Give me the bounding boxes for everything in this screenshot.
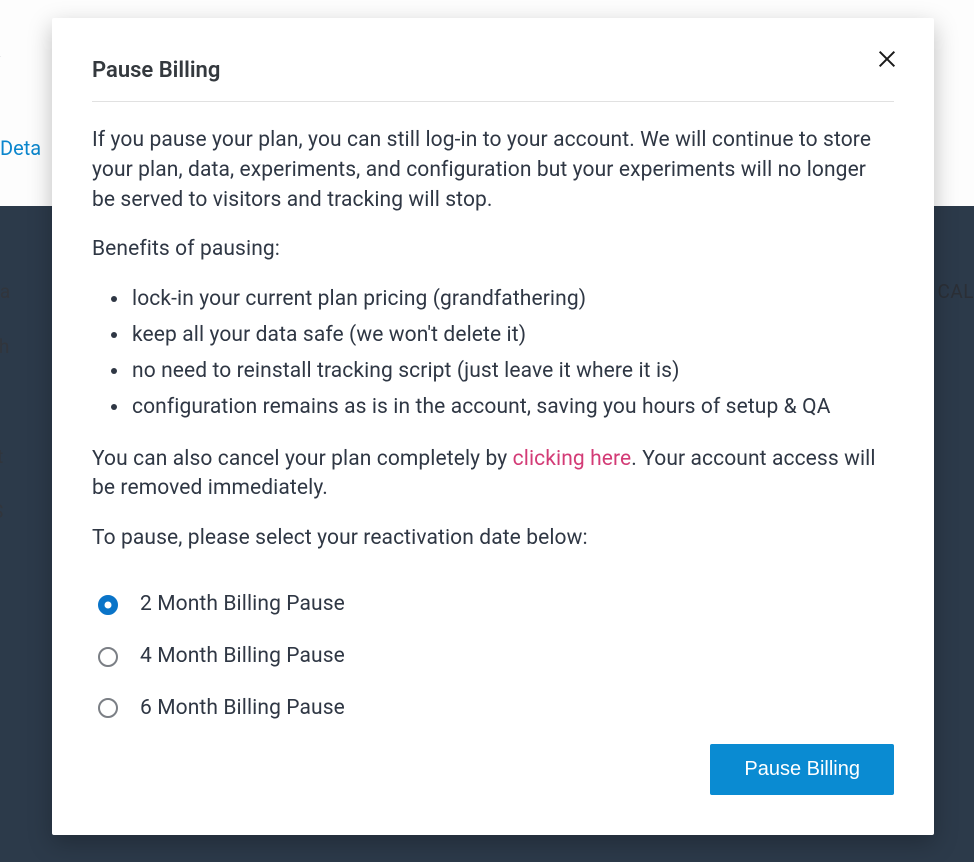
background-heading-fragment: ns & — [0, 26, 1, 66]
background-active-tab: Deta — [0, 136, 41, 160]
benefit-item: keep all your data safe (we won't delete… — [130, 321, 894, 351]
benefit-item: lock-in your current plan pricing (grand… — [130, 285, 894, 315]
pause-billing-button[interactable]: Pause Billing — [710, 744, 894, 795]
background-right-fragment: CAL — [938, 280, 974, 303]
cancel-plan-link[interactable]: clicking here — [513, 447, 632, 471]
benefit-item: no need to reinstall tracking script (ju… — [130, 357, 894, 387]
benefits-list: lock-in your current plan pricing (grand… — [92, 285, 894, 422]
radio-label: 4 Month Billing Pause — [140, 642, 345, 672]
modal-footer: Pause Billing — [710, 744, 894, 795]
background-side-item: orma — [0, 280, 10, 303]
background-side-item: Meth — [0, 335, 9, 358]
background-side-item: nent — [0, 445, 3, 468]
modal-title: Pause Billing — [92, 58, 220, 83]
close-icon — [876, 58, 898, 73]
pause-option-6-month[interactable]: 6 Month Billing Pause — [92, 694, 894, 724]
modal-header: Pause Billing — [92, 58, 894, 102]
pause-option-4-month[interactable]: 4 Month Billing Pause — [92, 642, 894, 672]
pause-option-2-month[interactable]: 2 Month Billing Pause — [92, 590, 894, 620]
cancel-paragraph: You can also cancel your plan completely… — [92, 445, 894, 505]
radio-label: 2 Month Billing Pause — [140, 590, 345, 620]
cancel-text-pre: You can also cancel your plan completely… — [92, 447, 513, 471]
select-prompt: To pause, please select your reactivatio… — [92, 524, 894, 554]
radio-icon — [98, 647, 118, 667]
benefit-item: configuration remains as is in the accou… — [130, 393, 894, 423]
pause-duration-radio-group: 2 Month Billing Pause 4 Month Billing Pa… — [92, 590, 894, 723]
radio-icon — [98, 698, 118, 718]
pause-billing-modal: Pause Billing If you pause your plan, yo… — [52, 18, 934, 835]
background-side-item: on S — [0, 500, 3, 523]
radio-label: 6 Month Billing Pause — [140, 694, 345, 724]
intro-text: If you pause your plan, you can still lo… — [92, 126, 894, 215]
benefits-heading: Benefits of pausing: — [92, 235, 894, 265]
radio-icon — [98, 595, 118, 615]
close-button[interactable] — [872, 44, 902, 77]
modal-body: If you pause your plan, you can still lo… — [92, 126, 894, 723]
